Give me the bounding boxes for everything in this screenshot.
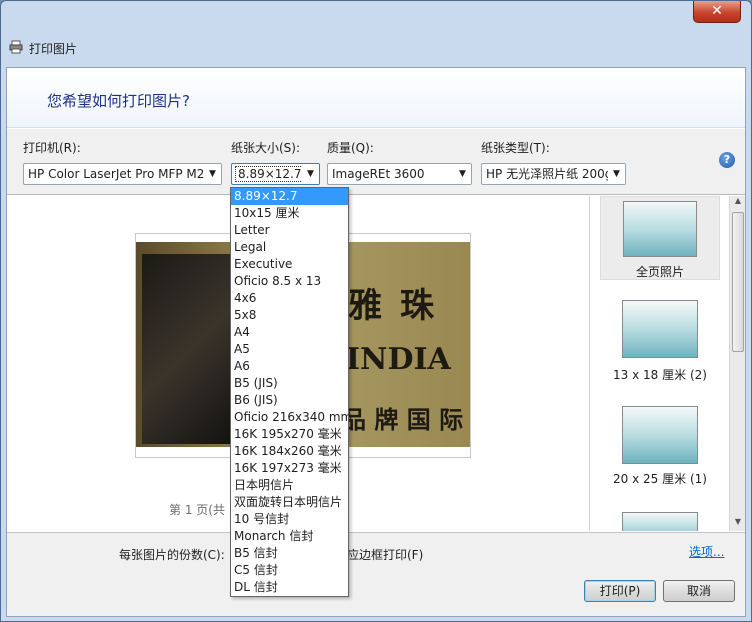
dialog-client: 您希望如何打印图片? 打印机(R): HP Color LaserJet Pro…: [6, 67, 746, 617]
cancel-button[interactable]: 取消: [663, 580, 735, 602]
dropdown-option[interactable]: Letter: [231, 222, 348, 239]
dropdown-option[interactable]: 10x15 厘米: [231, 205, 348, 222]
print-pictures-window: ✕ 打印图片 您希望如何打印图片? 打印机(R): HP Color Laser…: [0, 0, 752, 622]
title-bar[interactable]: ✕: [1, 1, 751, 35]
dropdown-option[interactable]: Monarch 信封: [231, 528, 348, 545]
photo-glyph: 雅: [348, 286, 382, 326]
dropdown-option[interactable]: Oficio 8.5 x 13: [231, 273, 348, 290]
chevron-down-icon: ▼: [608, 164, 625, 184]
dropdown-option[interactable]: B5 (JIS): [231, 375, 348, 392]
photo-glyph: 珠: [400, 286, 434, 326]
dropdown-option[interactable]: Oficio 216x340 mm: [231, 409, 352, 426]
dropdown-option[interactable]: 10 号信封: [231, 511, 348, 528]
thumbnail-scrollbar[interactable]: ▲ ▼: [729, 196, 745, 531]
paper-size-label: 纸张大小(S):: [231, 141, 301, 155]
photo-crystal-shape: [142, 254, 238, 444]
help-icon[interactable]: ?: [719, 152, 735, 168]
layout-preview-image: [622, 300, 698, 358]
dropdown-option[interactable]: B5 信封: [231, 545, 348, 562]
layout-thumbnail-label: 13 x 18 厘米 (2): [613, 368, 707, 382]
layout-thumbnail[interactable]: 20 x 25 厘米 (1): [600, 406, 720, 492]
layout-thumbnail-label: 20 x 25 厘米 (1): [613, 472, 707, 486]
dropdown-option[interactable]: 5x8: [231, 307, 348, 324]
printer-label: 打印机(R):: [23, 141, 81, 155]
layout-thumbnail[interactable]: 全页照片: [600, 196, 720, 280]
close-button[interactable]: ✕: [693, 1, 741, 23]
chevron-down-icon: ▼: [454, 164, 471, 184]
paper-type-select-value: HP 无光泽照片纸 200g: [486, 167, 613, 181]
print-options-bar: 打印机(R): HP Color LaserJet Pro MFP M2 ▼ 纸…: [7, 129, 745, 195]
dropdown-option[interactable]: 日本明信片: [231, 477, 348, 494]
page-indicator: 第 1 页(共: [169, 503, 225, 517]
copies-label: 每张图片的份数(C):: [119, 548, 225, 562]
layout-preview-image: [622, 512, 698, 531]
chevron-down-icon: ▼: [204, 164, 221, 184]
printer-select[interactable]: HP Color LaserJet Pro MFP M2 ▼: [23, 163, 222, 185]
scrollbar-thumb[interactable]: [732, 212, 744, 352]
dialog-footer: 每张图片的份数(C): 应边框打印(F) 选项... 打印(P) 取消: [7, 532, 745, 616]
quality-select[interactable]: ImageREt 3600 ▼: [327, 163, 472, 185]
layout-thumbnail-label: 全页照片: [635, 265, 684, 279]
photo-glyph: INDIA: [346, 342, 451, 377]
dropdown-option[interactable]: 16K 195x270 毫米: [231, 426, 348, 443]
dropdown-option[interactable]: A5: [231, 341, 348, 358]
quality-label: 质量(Q):: [327, 141, 374, 155]
paper-size-select[interactable]: 8.89×12.7 ▼: [231, 163, 320, 185]
fit-picture-checkbox-label[interactable]: 应边框打印(F): [347, 546, 423, 563]
layout-thumbnail[interactable]: [600, 512, 720, 531]
dropdown-option[interactable]: 双面旋转日本明信片: [231, 494, 348, 511]
scroll-down-icon[interactable]: ▼: [730, 517, 746, 531]
window-title: 打印图片: [29, 42, 78, 56]
dropdown-option[interactable]: Executive: [231, 256, 348, 273]
print-button[interactable]: 打印(P): [584, 580, 656, 602]
dropdown-option[interactable]: 4x6: [231, 290, 348, 307]
layout-preview-image: [623, 201, 697, 257]
photo-glyph: 品 牌 国 际: [342, 405, 464, 434]
dropdown-option[interactable]: 8.89×12.7: [231, 188, 348, 205]
caption-bar: 打印图片: [1, 35, 751, 61]
dropdown-option[interactable]: C5 信封: [231, 562, 348, 579]
layout-preview-image: [622, 406, 698, 464]
paper-type-label: 纸张类型(T):: [481, 141, 550, 155]
printer-icon: [9, 40, 23, 54]
dropdown-option[interactable]: A4: [231, 324, 348, 341]
paper-size-select-value: 8.89×12.7: [235, 166, 305, 182]
dropdown-option[interactable]: 16K 184x260 毫米: [231, 443, 348, 460]
dropdown-option[interactable]: 16K 197x273 毫米: [231, 460, 348, 477]
page-title: 您希望如何打印图片?: [47, 92, 190, 110]
dropdown-option[interactable]: A6: [231, 358, 348, 375]
scroll-up-icon[interactable]: ▲: [730, 196, 746, 210]
header-band: 您希望如何打印图片?: [7, 68, 745, 128]
layout-thumbnail-list: 全页照片 13 x 18 厘米 (2) 20 x 25 厘米 (1): [589, 196, 729, 531]
printer-select-value: HP Color LaserJet Pro MFP M2: [28, 167, 205, 181]
quality-select-value: ImageREt 3600: [332, 167, 425, 181]
chevron-down-icon: ▼: [302, 164, 319, 184]
options-link[interactable]: 选项...: [689, 543, 724, 560]
layout-thumbnail[interactable]: 13 x 18 厘米 (2): [600, 300, 720, 386]
dropdown-option[interactable]: Legal: [231, 239, 348, 256]
paper-size-dropdown-list[interactable]: 8.89×12.7 10x15 厘米 Letter Legal Executiv…: [230, 187, 352, 597]
dropdown-option[interactable]: B6 (JIS): [231, 392, 348, 409]
dropdown-option[interactable]: DL 信封: [231, 579, 348, 596]
paper-type-select[interactable]: HP 无光泽照片纸 200g ▼: [481, 163, 626, 185]
